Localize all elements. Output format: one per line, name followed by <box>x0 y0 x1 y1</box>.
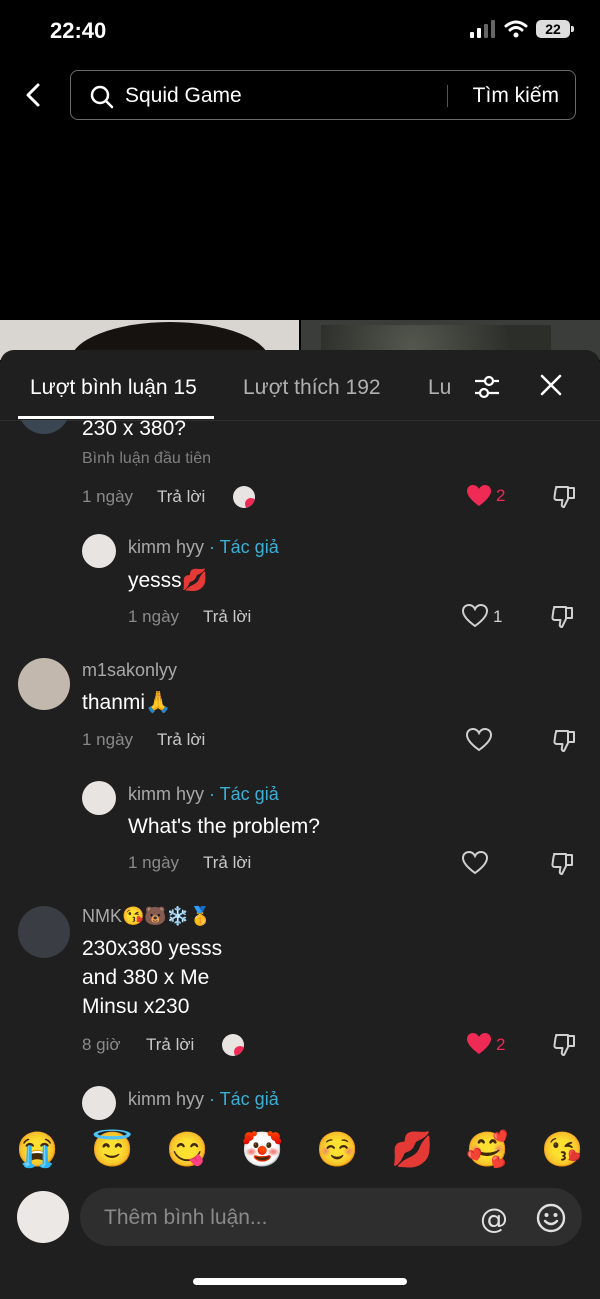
reply-button[interactable]: Trả lời <box>203 853 251 873</box>
status-time: 22:40 <box>50 18 107 43</box>
avatar[interactable] <box>18 420 70 434</box>
avatar[interactable] <box>82 534 116 568</box>
battery-icon: 22 <box>536 20 574 38</box>
avatar[interactable] <box>18 906 70 958</box>
active-tab-indicator <box>18 416 214 419</box>
avatar[interactable] <box>18 658 70 710</box>
heart-icon[interactable] <box>462 851 488 875</box>
username[interactable]: kimm hyy <box>128 1089 204 1109</box>
dislike-icon[interactable] <box>552 484 578 510</box>
close-icon[interactable] <box>538 372 564 398</box>
emoji-button[interactable]: 😇 <box>91 1130 133 1170</box>
comment-username[interactable]: kimm hyy · Tác giả <box>128 537 279 558</box>
comment-input-row: @ <box>0 1188 600 1248</box>
author-tag: · Tác giả <box>204 784 279 804</box>
battery-level: 22 <box>545 21 561 37</box>
comment-text-line: 230x380 yesss <box>82 937 223 960</box>
username[interactable]: kimm hyy <box>128 784 204 804</box>
search-button[interactable]: Tìm kiếm <box>473 84 559 108</box>
comment-input-box[interactable]: @ <box>80 1188 582 1246</box>
avatar[interactable] <box>82 781 116 815</box>
mention-icon[interactable]: @ <box>480 1202 508 1235</box>
my-avatar[interactable] <box>17 1191 69 1243</box>
comment-text: 230 x 380? <box>82 420 186 440</box>
search-header: Squid Game Tìm kiếm <box>0 70 600 124</box>
search-icon <box>90 85 114 109</box>
comment-username[interactable]: m1sakonlyy <box>82 660 177 681</box>
author-tag: · Tác giả <box>204 1089 279 1109</box>
emoji-button[interactable]: 🤡 <box>241 1130 283 1170</box>
search-query[interactable]: Squid Game <box>125 84 242 108</box>
home-indicator[interactable] <box>193 1278 407 1285</box>
heart-filled-icon[interactable] <box>466 484 492 508</box>
comment-username[interactable]: kimm hyy · Tác giả <box>128 784 279 805</box>
comment-time: 1 ngày <box>82 730 134 749</box>
emoji-button[interactable]: 😭 <box>16 1130 58 1170</box>
like-count: 1 <box>493 607 503 626</box>
search-bar[interactable]: Squid Game Tìm kiếm <box>70 70 576 120</box>
comments-sheet: Lượt bình luận 15 Lượt thích 192 Lư 230 … <box>0 350 600 1299</box>
comment-time: 1 ngày <box>128 607 180 626</box>
reply-button[interactable]: Trả lời <box>157 730 205 750</box>
like-count: 2 <box>496 1035 506 1054</box>
status-icons: 22 <box>470 20 574 38</box>
wifi-icon <box>504 20 528 38</box>
tab-likes[interactable]: Lượt thích 192 <box>243 376 381 400</box>
emoji-button[interactable]: 😘 <box>541 1130 583 1170</box>
filter-icon[interactable] <box>472 372 502 402</box>
signal-icon <box>470 20 495 38</box>
status-bar: 22:40 22 <box>0 0 600 64</box>
emoji-button[interactable]: 🥰 <box>466 1130 508 1170</box>
heart-icon[interactable] <box>466 728 492 752</box>
emoji-icon[interactable] <box>536 1203 566 1233</box>
author-tag: · Tác giả <box>204 537 279 557</box>
comment-time: 8 giờ <box>82 1035 121 1054</box>
reply-button[interactable]: Trả lời <box>203 607 251 627</box>
comment-username[interactable]: kimm hyy · Tác giả <box>128 1089 279 1110</box>
heart-icon[interactable] <box>462 604 488 628</box>
emoji-button[interactable]: 😋 <box>166 1130 208 1170</box>
dislike-icon[interactable] <box>552 728 578 754</box>
like-count: 2 <box>496 486 506 505</box>
first-comment-badge: Bình luận đầu tiên <box>82 450 211 467</box>
reply-button[interactable]: Trả lời <box>157 487 205 507</box>
tab-third[interactable]: Lư <box>428 376 450 400</box>
emoji-button[interactable]: ☺️ <box>316 1130 358 1170</box>
emoji-button[interactable]: 💋 <box>391 1130 433 1170</box>
username[interactable]: kimm hyy <box>128 537 204 557</box>
emoji-bar: 😭 😇 😋 🤡 ☺️ 💋 🥰 😘 <box>0 1120 600 1180</box>
dislike-icon[interactable] <box>550 851 576 877</box>
author-liked-heart-icon <box>245 498 255 508</box>
dislike-icon[interactable] <box>550 604 576 630</box>
comment-text-line: Minsu x230 <box>82 995 190 1018</box>
comment-time: 1 ngày <box>82 487 134 506</box>
comment-text-line: and 380 x Me <box>82 966 210 989</box>
comment-list[interactable]: 230 x 380? Bình luận đầu tiên 1 ngày Trả… <box>0 420 600 1120</box>
comment-username[interactable]: NMK😘🐻❄️🥇 <box>82 906 212 927</box>
back-arrow-icon[interactable] <box>20 80 50 110</box>
dislike-icon[interactable] <box>552 1032 578 1058</box>
tab-comments[interactable]: Lượt bình luận 15 <box>30 376 197 400</box>
author-liked-avatar <box>222 1034 244 1056</box>
author-liked-heart-icon <box>234 1046 244 1056</box>
search-divider <box>447 85 448 107</box>
comment-input[interactable] <box>102 1202 466 1234</box>
comment-time: 1 ngày <box>128 853 180 872</box>
author-liked-avatar <box>233 486 255 508</box>
comment-text: thanmi🙏 <box>82 691 172 714</box>
comment-tabs: Lượt bình luận 15 Lượt thích 192 Lư <box>0 350 600 421</box>
heart-filled-icon[interactable] <box>466 1032 492 1056</box>
comment-text: yesss💋 <box>128 569 208 592</box>
avatar[interactable] <box>82 1086 116 1120</box>
comment-text: What's the problem? <box>128 815 320 838</box>
reply-button[interactable]: Trả lời <box>146 1035 194 1055</box>
